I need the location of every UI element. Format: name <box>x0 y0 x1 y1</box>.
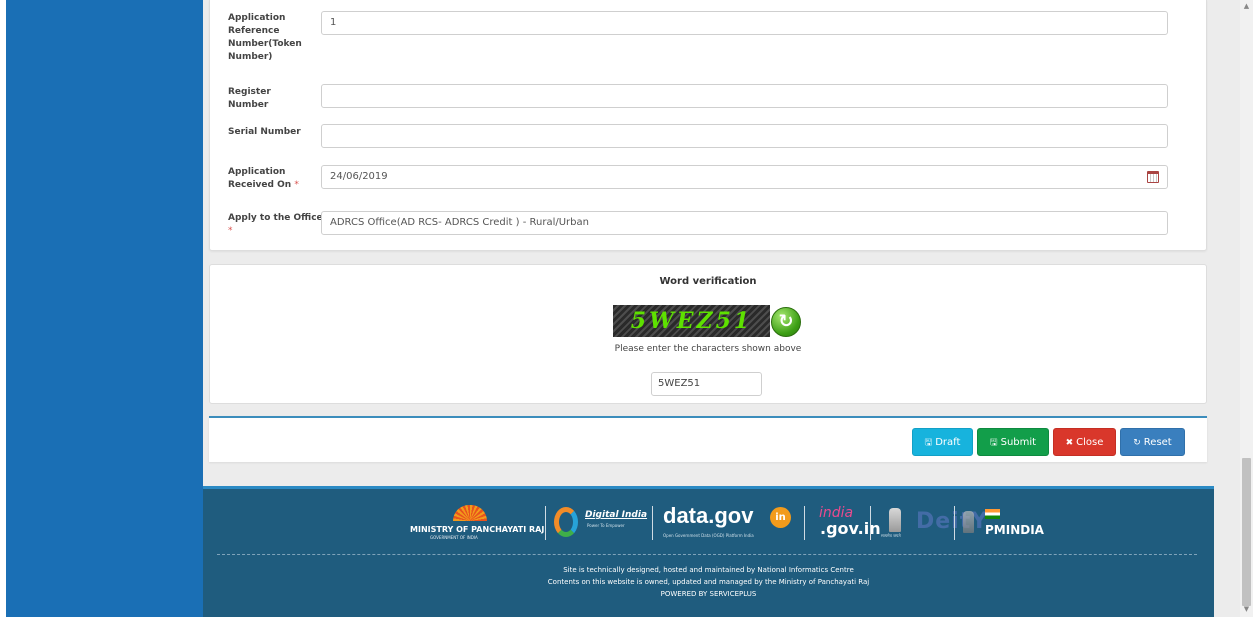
logo-divider <box>804 506 805 540</box>
action-bar: 🖫 Draft 🖫 Submit ✖ Close ↻ Reset <box>209 416 1207 462</box>
reset-button[interactable]: ↻ Reset <box>1120 428 1185 456</box>
apply-to-office-select[interactable]: ADRCS Office(AD RCS- ADRCS Credit ) - Ru… <box>321 211 1168 235</box>
india-gov-logo[interactable]: .gov.in <box>820 519 881 538</box>
datagov-tagline: Open Government Data (OGD) Platform Indi… <box>663 533 754 538</box>
application-received-on-label: Application Received On * <box>228 166 310 192</box>
close-button[interactable]: ✖ Close <box>1053 428 1116 456</box>
footer-logos: MINISTRY OF PANCHAYATI RAJ GOVERNMENT OF… <box>203 503 1214 541</box>
pmindia-emblem-icon <box>963 511 974 533</box>
application-reference-input[interactable]: 1 <box>321 11 1168 35</box>
word-verification-panel: Word verification 5WEZ51 ↻ Please enter … <box>209 264 1207 404</box>
mopr-emblem-icon <box>453 505 487 521</box>
application-form-panel: Application Reference Number(Token Numbe… <box>209 0 1207 251</box>
digital-india-tagline: Power To Empower <box>587 523 625 528</box>
close-icon: ✖ <box>1065 438 1074 448</box>
reset-button-label: Reset <box>1143 437 1172 448</box>
submit-button-label: Submit <box>1000 437 1037 448</box>
logo-divider <box>545 506 546 540</box>
site-footer: MINISTRY OF PANCHAYATI RAJ GOVERNMENT OF… <box>203 486 1214 617</box>
pmindia-logo[interactable]: PMINDIA <box>985 523 1044 537</box>
required-marker: * <box>294 180 299 190</box>
register-number-label: Register Number <box>228 87 271 110</box>
draft-button-label: Draft <box>935 437 961 448</box>
reset-icon: ↻ <box>1133 438 1141 448</box>
word-verification-title: Word verification <box>659 276 757 287</box>
serial-number-label: Serial Number <box>228 127 301 137</box>
calendar-icon[interactable] <box>1147 171 1159 183</box>
digital-india-logo[interactable]: Digital India <box>585 510 647 520</box>
logo-divider <box>652 506 653 540</box>
captcha-image: 5WEZ51 <box>613 305 770 337</box>
footer-divider <box>217 554 1197 555</box>
datagov-logo[interactable]: data.gov <box>663 503 753 529</box>
footer-credit-ministry: Contents on this website is owned, updat… <box>547 578 870 586</box>
footer-powered-by: POWERED BY SERVICEPLUS <box>660 590 757 598</box>
application-received-on-input[interactable]: 24/06/2019 <box>321 165 1168 189</box>
footer-credit-nic: Site is technically designed, hosted and… <box>563 566 854 574</box>
application-received-on-value: 24/06/2019 <box>330 171 388 182</box>
datagov-badge: in <box>770 507 791 528</box>
save-icon: 🖫 <box>989 438 998 448</box>
national-emblem-icon <box>889 508 901 532</box>
scrollbar-thumb[interactable] <box>1242 458 1251 606</box>
close-button-label: Close <box>1076 437 1104 448</box>
page-scrollbar[interactable]: ▲ ▼ <box>1240 0 1253 617</box>
register-number-input[interactable] <box>321 84 1168 108</box>
deity-logo[interactable]: DeitY <box>916 509 988 534</box>
mopr-logo-text[interactable]: MINISTRY OF PANCHAYATI RAJ <box>410 525 544 534</box>
refresh-icon[interactable]: ↻ <box>771 307 801 337</box>
left-sidebar <box>6 0 203 617</box>
serial-number-input[interactable] <box>321 124 1168 148</box>
draft-button[interactable]: 🖫 Draft <box>912 428 973 456</box>
required-marker: * <box>228 226 233 236</box>
application-received-on-label-text: Application Received On <box>228 167 292 190</box>
application-reference-label: Application Reference Number(Token Numbe… <box>228 13 302 62</box>
logo-divider <box>954 506 955 540</box>
mopr-logo-subtext: GOVERNMENT OF INDIA <box>430 535 478 540</box>
save-icon: 🖫 <box>924 438 933 448</box>
apply-to-office-label: Apply to the Office * <box>228 212 323 238</box>
captcha-hint: Please enter the characters shown above <box>614 344 802 354</box>
national-emblem-caption: सत्यमेव जयते <box>881 533 901 538</box>
logo-divider <box>870 506 871 540</box>
digital-india-icon <box>554 507 578 537</box>
scroll-down-icon[interactable]: ▼ <box>1240 605 1253 615</box>
mopr-logo[interactable] <box>203 503 204 504</box>
scroll-up-icon[interactable]: ▲ <box>1240 2 1253 12</box>
captcha-input[interactable]: 5WEZ51 <box>651 372 762 396</box>
apply-to-office-label-text: Apply to the Office <box>228 213 323 223</box>
india-flag-icon <box>985 509 1000 519</box>
submit-button[interactable]: 🖫 Submit <box>977 428 1049 456</box>
